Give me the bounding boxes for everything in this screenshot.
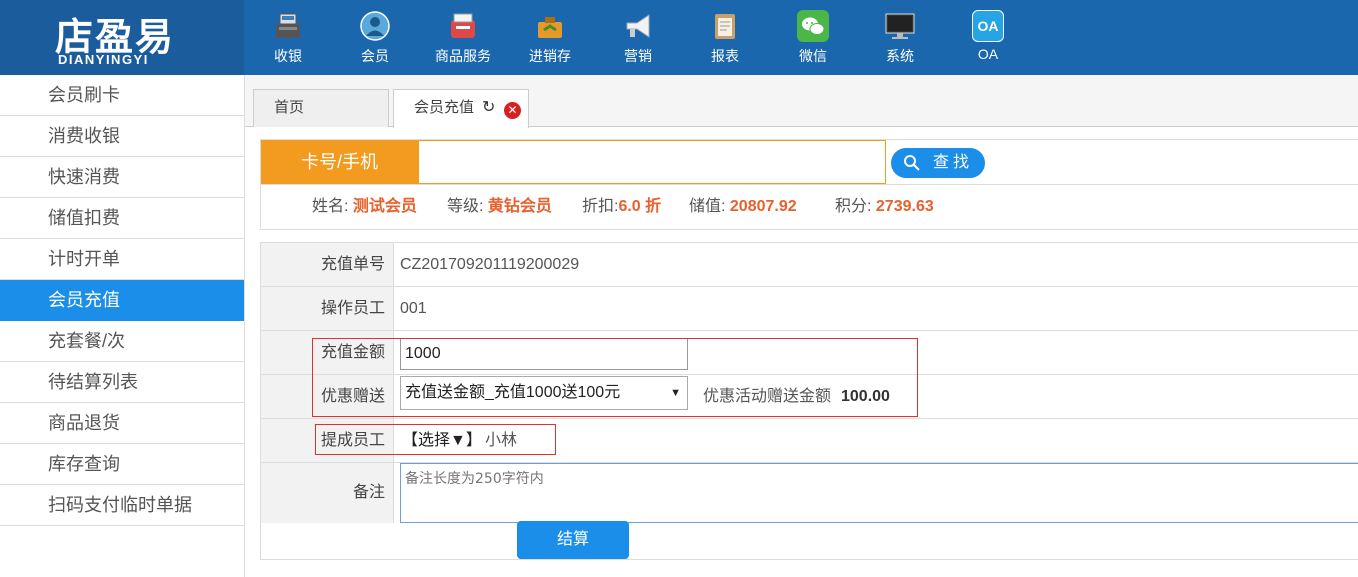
operator-value: 001 [400,300,427,317]
sidebar-item-timed-order[interactable]: 计时开单 [0,239,244,280]
top-navigation-bar: 店盈易 DIANYINGYI 收银 会员 商品服务 进销存 营销 报表 微信 系… [0,0,1358,75]
settle-button[interactable]: 结算 [517,521,629,559]
nav-member[interactable]: 会员 [333,0,417,75]
member-points: 积分: 2739.63 [835,198,934,215]
sidebar-item-member-recharge[interactable]: 会员充值 [0,280,244,321]
cash-register-icon [272,10,304,42]
remark-textarea[interactable] [400,463,1358,523]
operator-row: 操作员工 001 [261,287,1358,331]
tab-bar: 首页 会员充值 ↻ ✕ [245,75,1358,128]
refresh-icon[interactable]: ↻ [482,100,496,116]
nav-inventory[interactable]: 进销存 [508,0,592,75]
goods-icon [447,10,479,42]
oa-icon: OA [972,10,1004,42]
nav-oa[interactable]: OA OA [946,0,1030,75]
tab-member-recharge[interactable]: 会员充值 ↻ ✕ [393,89,529,128]
search-button[interactable]: 查找 [891,148,985,178]
nav-goods[interactable]: 商品服务 [421,0,505,75]
order-no-value: CZ201709201119200029 [400,256,580,273]
card-phone-input[interactable] [418,140,886,184]
megaphone-icon [622,10,654,42]
order-no-label: 充值单号 [261,243,394,286]
member-discount: 折扣:6.0 折 [582,198,662,215]
sidebar-item-pending-list[interactable]: 待结算列表 [0,362,244,403]
search-icon [904,155,920,171]
card-phone-label: 卡号/手机 [261,140,418,184]
sidebar-item-member-swipe[interactable]: 会员刷卡 [0,75,244,116]
member-level: 等级: 黄钻会员 [447,198,552,215]
recharge-form: 充值单号 CZ201709201119200029 操作员工 001 充值金额 … [260,242,1358,560]
order-no-row: 充值单号 CZ201709201119200029 [261,243,1358,287]
member-info-bar: 姓名: 测试会员 等级: 黄钻会员 折扣:6.0 折 储值: 20807.92 … [260,184,1358,230]
staff-highlight [315,424,556,455]
member-icon [359,10,391,42]
monitor-icon [884,10,916,42]
card-search-row: 卡号/手机 查找 [260,139,1358,185]
tab-label: 会员充值 [414,99,475,116]
member-name: 姓名: 测试会员 [312,198,417,215]
amount-promo-highlight [312,338,918,417]
sidebar-item-consume-cashier[interactable]: 消费收银 [0,116,244,157]
member-balance: 储值: 20807.92 [689,198,797,215]
nav-report[interactable]: 报表 [683,0,767,75]
nav-system[interactable]: 系统 [858,0,942,75]
nav-cash[interactable]: 收银 [246,0,330,75]
sidebar: 会员刷卡 消费收银 快速消费 储值扣费 计时开单 会员充值 充套餐/次 待结算列… [0,75,245,577]
remark-label: 备注 [261,463,394,523]
sidebar-item-scan-pay-temp[interactable]: 扫码支付临时单据 [0,485,244,526]
brand-subtitle: DIANYINGYI [58,52,149,67]
close-icon[interactable]: ✕ [504,102,521,119]
sidebar-item-goods-return[interactable]: 商品退货 [0,403,244,444]
inventory-icon [534,10,566,42]
tab-home[interactable]: 首页 [253,89,389,127]
sidebar-item-stock-query[interactable]: 库存查询 [0,444,244,485]
search-button-label: 查找 [933,154,974,171]
wechat-icon [797,10,829,42]
operator-label: 操作员工 [261,287,394,330]
sidebar-item-quick-consume[interactable]: 快速消费 [0,157,244,198]
brand-logo: 店盈易 DIANYINGYI [0,0,244,75]
sidebar-item-package-recharge[interactable]: 充套餐/次 [0,321,244,362]
remark-row: 备注 [261,463,1358,523]
nav-wechat[interactable]: 微信 [771,0,855,75]
sidebar-item-stored-value-deduct[interactable]: 储值扣费 [0,198,244,239]
report-icon [709,10,741,42]
nav-marketing[interactable]: 营销 [596,0,680,75]
